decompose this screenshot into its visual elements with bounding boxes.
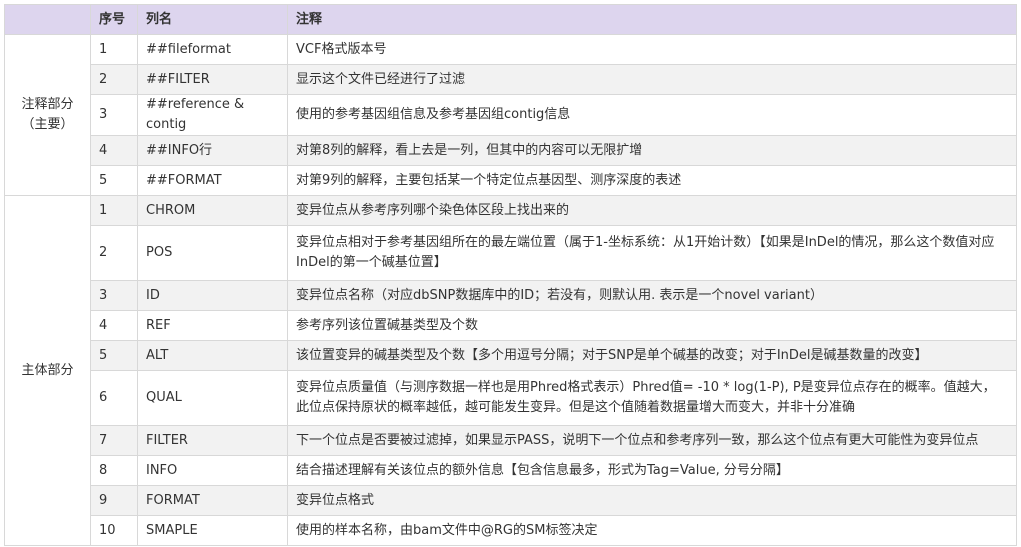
header-name: 列名 <box>137 4 288 35</box>
row-name: ##FORMAT <box>137 165 288 196</box>
row-note: 下一个位点是否要被过滤掉，如果显示PASS，说明下一个位点和参考序列一致，那么这… <box>287 425 1017 456</box>
row-name: ##fileformat <box>137 34 288 65</box>
vcf-columns-table: 序号 列名 注释 注释部分 （主要） 1 ##fileformat VCF格式版… <box>4 4 1017 546</box>
table-row: 主体部分 1 CHROM 变异位点从参考序列哪个染色体区段上找出来的 <box>4 195 1017 546</box>
row-note: 使用的样本名称，由bam文件中@RG的SM标签决定 <box>287 515 1017 546</box>
row-name: FORMAT <box>137 485 288 516</box>
row-num: 2 <box>90 225 138 281</box>
row-note: 变异位点质量值（与测序数据一样也是用Phred格式表示）Phred值= -10 … <box>287 370 1017 426</box>
table-row: 5 ##FORMAT 对第9列的解释，主要包括某一个特定位点基因型、测序深度的表… <box>5 165 1017 196</box>
row-name: FILTER <box>137 425 288 456</box>
row-num: 2 <box>90 64 138 95</box>
row-note: 对第8列的解释，看上去是一列，但其中的内容可以无限扩增 <box>287 135 1017 166</box>
row-num: 10 <box>90 515 138 546</box>
table-row: 3 ##reference & contig 使用的参考基因组信息及参考基因组c… <box>5 94 1017 136</box>
header-group <box>4 4 91 35</box>
group-label-line1: 主体部分 <box>21 362 74 378</box>
row-num: 5 <box>90 165 138 196</box>
row-num: 3 <box>90 280 138 311</box>
row-note: 该位置变异的碱基类型及个数【多个用逗号分隔；对于SNP是单个碱基的改变；对于In… <box>287 340 1017 371</box>
row-name: POS <box>137 225 288 281</box>
row-note: 显示这个文件已经进行了过滤 <box>287 64 1017 95</box>
row-note: 变异位点相对于参考基因组所在的最左端位置（属于1-坐标系统：从1开始计数）【如果… <box>287 225 1017 281</box>
table-row: 4 REF 参考序列该位置碱基类型及个数 <box>5 310 1017 341</box>
row-note: 变异位点名称（对应dbSNP数据库中的ID；若没有，则默认用. 表示是一个nov… <box>287 280 1017 311</box>
row-num: 3 <box>90 94 138 136</box>
group-label-line2: （主要） <box>21 117 74 132</box>
row-num: 8 <box>90 455 138 486</box>
table-row: 8 INFO 结合描述理解有关该位点的额外信息【包含信息最多，形式为Tag=Va… <box>5 455 1017 486</box>
row-name: CHROM <box>137 195 288 226</box>
row-note: 参考序列该位置碱基类型及个数 <box>287 310 1017 341</box>
row-num: 6 <box>90 370 138 426</box>
row-name: ##INFO行 <box>137 135 288 166</box>
table-row: 4 ##INFO行 对第8列的解释，看上去是一列，但其中的内容可以无限扩增 <box>5 135 1017 166</box>
table-row: 7 FILTER 下一个位点是否要被过滤掉，如果显示PASS，说明下一个位点和参… <box>5 425 1017 456</box>
row-note: VCF格式版本号 <box>287 34 1017 65</box>
row-name: SMAPLE <box>137 515 288 546</box>
header-num: 序号 <box>90 4 138 35</box>
group-label-body-section: 主体部分 <box>4 195 91 546</box>
table-row: 6 QUAL 变异位点质量值（与测序数据一样也是用Phred格式表示）Phred… <box>5 370 1017 426</box>
row-note: 变异位点格式 <box>287 485 1017 516</box>
header-note: 注释 <box>287 4 1017 35</box>
row-note: 使用的参考基因组信息及参考基因组contig信息 <box>287 94 1017 136</box>
row-name: ##FILTER <box>137 64 288 95</box>
row-num: 1 <box>90 34 138 65</box>
table-row: 9 FORMAT 变异位点格式 <box>5 485 1017 516</box>
table-row: 注释部分 （主要） 1 ##fileformat VCF格式版本号 <box>4 34 1017 196</box>
row-num: 7 <box>90 425 138 456</box>
row-name: ALT <box>137 340 288 371</box>
row-num: 4 <box>90 135 138 166</box>
row-note: 变异位点从参考序列哪个染色体区段上找出来的 <box>287 195 1017 226</box>
row-name: INFO <box>137 455 288 486</box>
table-row: 5 ALT 该位置变异的碱基类型及个数【多个用逗号分隔；对于SNP是单个碱基的改… <box>5 340 1017 371</box>
row-name: REF <box>137 310 288 341</box>
row-name: ##reference & contig <box>137 94 288 136</box>
table-row: 2 ##FILTER 显示这个文件已经进行了过滤 <box>5 64 1017 95</box>
row-num: 5 <box>90 340 138 371</box>
table-row: 3 ID 变异位点名称（对应dbSNP数据库中的ID；若没有，则默认用. 表示是… <box>5 280 1017 311</box>
row-note: 对第9列的解释，主要包括某一个特定位点基因型、测序深度的表述 <box>287 165 1017 196</box>
row-name: ID <box>137 280 288 311</box>
row-num: 4 <box>90 310 138 341</box>
row-num: 1 <box>90 195 138 226</box>
table-row: 10 SMAPLE 使用的样本名称，由bam文件中@RG的SM标签决定 <box>5 515 1017 546</box>
group-label-header-section: 注释部分 （主要） <box>4 34 91 196</box>
table-header-row: 序号 列名 注释 <box>4 4 1017 35</box>
table-row: 2 POS 变异位点相对于参考基因组所在的最左端位置（属于1-坐标系统：从1开始… <box>5 225 1017 281</box>
row-name: QUAL <box>137 370 288 426</box>
group-label-line1: 注释部分 <box>21 97 74 112</box>
row-note: 结合描述理解有关该位点的额外信息【包含信息最多，形式为Tag=Value, 分号… <box>287 455 1017 486</box>
row-num: 9 <box>90 485 138 516</box>
